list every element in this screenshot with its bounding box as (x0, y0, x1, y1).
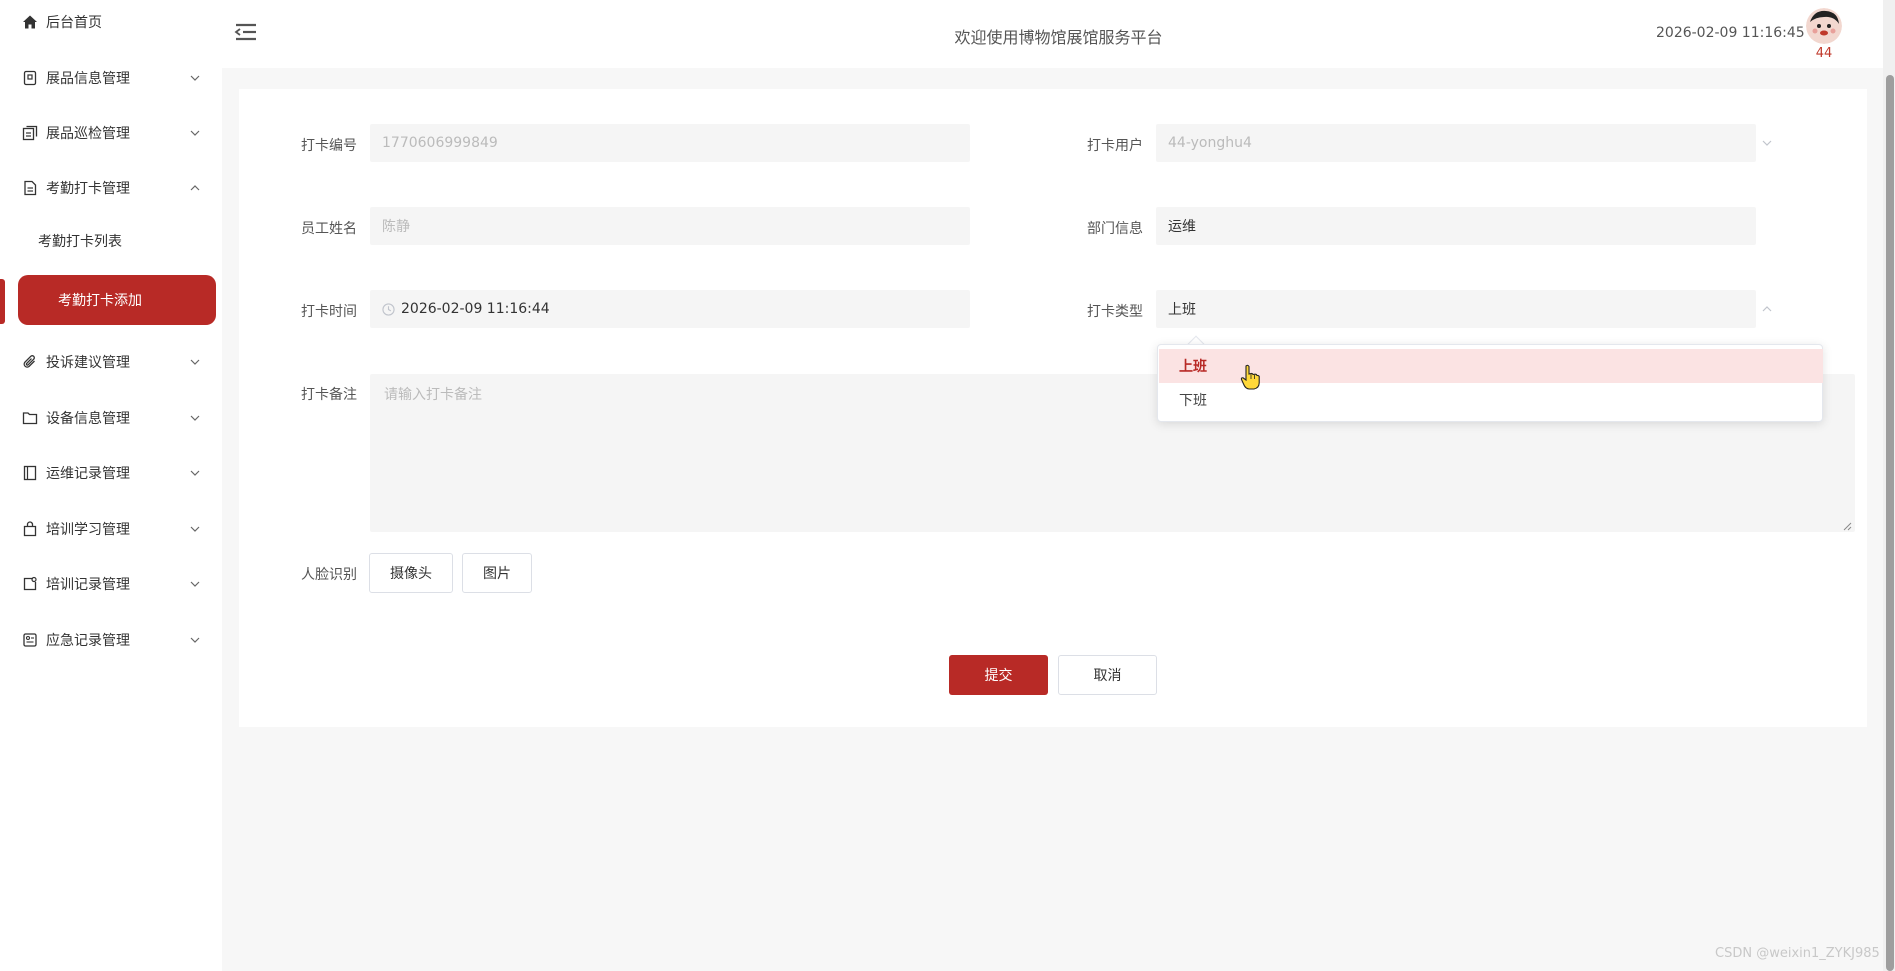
checkin-user-select: 44-yonghu4 (1156, 124, 1756, 162)
sidebar-item-label: 展品信息管理 (46, 71, 130, 87)
chevron-down-icon (190, 468, 200, 478)
chevron-down-icon (1761, 137, 1773, 149)
sidebar-subitem-attendance-add[interactable]: 考勤打卡添加 (18, 275, 216, 325)
scrollbar-thumb[interactable] (1886, 75, 1894, 971)
employee-name-input: 陈静 (370, 207, 970, 245)
submit-button[interactable]: 提交 (949, 655, 1048, 695)
sidebar-item-label: 后台首页 (46, 15, 102, 31)
resize-handle-icon[interactable] (1842, 519, 1852, 531)
username-label: 44 (1815, 46, 1833, 61)
sidebar-item-training-study[interactable]: 培训学习管理 (0, 509, 222, 549)
chevron-down-icon (190, 579, 200, 589)
sidebar-item-equipment[interactable]: 设备信息管理 (0, 398, 222, 438)
emergency-icon (22, 632, 38, 648)
face-label: 人脸识别 (301, 567, 357, 583)
record-icon (22, 576, 38, 592)
sidebar-item-exhibit-info[interactable]: 展品信息管理 (0, 58, 222, 98)
hand-cursor-icon (1240, 364, 1260, 390)
checkin-no-label: 打卡编号 (301, 138, 357, 154)
chevron-down-icon (190, 73, 200, 83)
remark-label: 打卡备注 (301, 387, 357, 403)
exhibit-icon (22, 70, 38, 86)
sidebar-item-complaints[interactable]: 投诉建议管理 (0, 342, 222, 382)
sidebar-item-label: 培训记录管理 (46, 577, 130, 593)
checkin-time-picker[interactable]: 2026-02-09 11:16:44 (370, 290, 970, 328)
checkin-type-select[interactable]: 上班 (1156, 290, 1756, 328)
checkin-no-input: 1770606999849 (370, 124, 970, 162)
sidebar-item-attendance[interactable]: 考勤打卡管理 (0, 168, 222, 208)
sidebar-subitem-label: 考勤打卡添加 (58, 293, 142, 309)
avatar[interactable] (1806, 8, 1842, 44)
sidebar-item-label: 应急记录管理 (46, 633, 130, 649)
home-icon (22, 14, 38, 30)
sidebar-item-label: 培训学习管理 (46, 522, 130, 538)
document-icon (22, 180, 38, 196)
cancel-button[interactable]: 取消 (1058, 655, 1157, 695)
current-datetime: 2026-02-09 11:16:45 (1656, 25, 1805, 41)
employee-name-label: 员工姓名 (301, 221, 357, 237)
chevron-up-icon[interactable] (1761, 303, 1773, 315)
page-title: 欢迎使用博物馆展馆服务平台 (954, 28, 1163, 47)
top-header: 欢迎使用博物馆展馆服务平台 2026-02-09 11:16:45 44 (222, 0, 1895, 68)
chevron-down-icon (190, 357, 200, 367)
image-button[interactable]: 图片 (462, 553, 532, 593)
sidebar-item-emergency[interactable]: 应急记录管理 (0, 620, 222, 660)
inspection-icon (22, 125, 38, 141)
watermark-text: CSDN @weixin1_ZYKJ985 (1715, 946, 1880, 961)
active-indicator (0, 279, 5, 324)
sidebar-item-training-records[interactable]: 培训记录管理 (0, 564, 222, 604)
sidebar-item-home[interactable]: 后台首页 (0, 2, 222, 42)
sidebar-item-label: 运维记录管理 (46, 466, 130, 482)
camera-button[interactable]: 摄像头 (369, 553, 453, 593)
sidebar-item-exhibit-inspection[interactable]: 展品巡检管理 (0, 113, 222, 153)
checkin-user-label: 打卡用户 (1087, 138, 1143, 154)
sidebar-item-label: 投诉建议管理 (46, 355, 130, 371)
chevron-down-icon (190, 524, 200, 534)
chevron-down-icon (190, 413, 200, 423)
checkin-time-value: 2026-02-09 11:16:44 (401, 301, 550, 317)
department-input[interactable]: 运维 (1156, 207, 1756, 245)
clock-icon (382, 302, 395, 316)
sidebar-item-label: 考勤打卡管理 (46, 181, 130, 197)
sidebar-item-label: 展品巡检管理 (46, 126, 130, 142)
department-label: 部门信息 (1087, 221, 1143, 237)
sidebar: 后台首页 展品信息管理 展品巡检管理 考勤打卡管理 考勤打卡列表 考勤打卡添加 … (0, 0, 222, 971)
sidebar-item-maintenance[interactable]: 运维记录管理 (0, 453, 222, 493)
paperclip-icon (22, 354, 38, 370)
chevron-down-icon (190, 635, 200, 645)
sidebar-subitem-label: 考勤打卡列表 (38, 234, 122, 250)
bag-icon (22, 521, 38, 537)
notebook-icon (22, 465, 38, 481)
chevron-down-icon (190, 128, 200, 138)
folder-icon (22, 410, 38, 426)
sidebar-subitem-attendance-list[interactable]: 考勤打卡列表 (0, 221, 222, 261)
checkin-time-label: 打卡时间 (301, 304, 357, 320)
checkin-type-label: 打卡类型 (1087, 304, 1143, 320)
sidebar-item-label: 设备信息管理 (46, 411, 130, 427)
chevron-up-icon (190, 183, 200, 193)
